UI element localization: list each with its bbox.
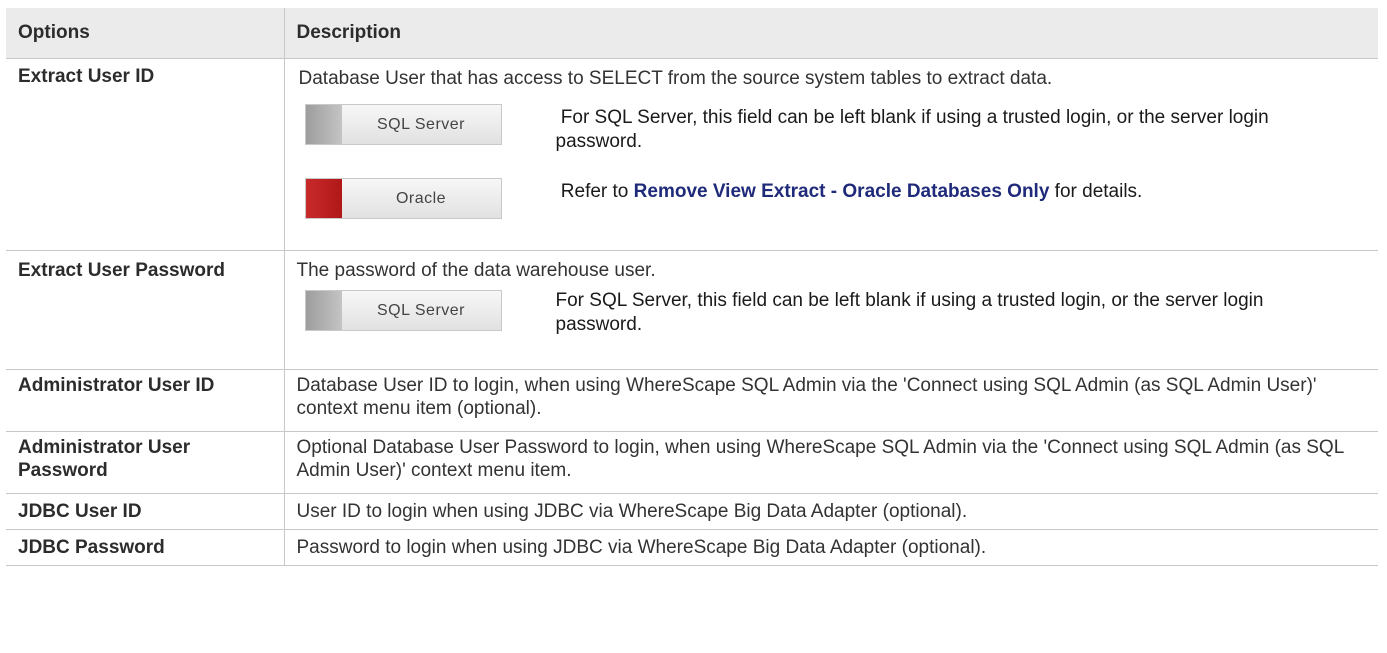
option-name: Extract User ID xyxy=(6,58,285,251)
note-text: Refer to Remove View Extract - Oracle Da… xyxy=(556,180,1346,204)
option-name: JDBC User ID xyxy=(6,493,285,530)
table-header-row: Options Description xyxy=(6,8,1378,59)
note-text: For SQL Server, this field can be left b… xyxy=(555,290,1264,335)
table-row: Administrator User ID Database User ID t… xyxy=(6,369,1378,432)
table-row: JDBC Password Password to login when usi… xyxy=(6,529,1378,566)
option-name: JDBC Password xyxy=(6,529,285,566)
option-description: User ID to login when using JDBC via Whe… xyxy=(283,493,1378,530)
sql-server-badge: SQL Server xyxy=(304,290,502,331)
sql-server-swatch xyxy=(305,291,342,330)
table-row: JDBC User ID User ID to login when using… xyxy=(6,493,1378,530)
description-text: Database User that has access to SELECT … xyxy=(298,68,1053,89)
note-text: For SQL Server, this field can be left b… xyxy=(555,107,1274,152)
badge-label: Oracle xyxy=(395,190,447,207)
sql-server-badge: SQL Server xyxy=(304,104,502,145)
option-description: Database User ID to login, when using Wh… xyxy=(283,369,1378,432)
db-note: SQL Server For SQL Server, this field ca… xyxy=(297,102,1369,154)
option-name: Extract User Password xyxy=(6,250,285,370)
oracle-badge: Oracle xyxy=(304,178,502,219)
header-options: Options xyxy=(6,8,285,59)
table-row: Extract User Password The password of th… xyxy=(6,250,1378,370)
table-row: Extract User ID Database User that has a… xyxy=(6,58,1378,251)
table-row: Administrator User Password Optional Dat… xyxy=(6,431,1378,494)
sql-server-swatch xyxy=(305,105,342,144)
description-text: The password of the data warehouse user. xyxy=(296,260,656,281)
db-note: SQL Server For SQL Server, this field ca… xyxy=(297,288,1369,337)
note-suffix: for details. xyxy=(1049,181,1143,202)
option-description: Optional Database User Password to login… xyxy=(283,431,1378,494)
header-description: Description xyxy=(284,8,1378,59)
option-name: Administrator User Password xyxy=(6,431,285,494)
db-note: Oracle Refer to Remove View Extract - Or… xyxy=(297,176,1369,219)
options-table: Options Description Extract User ID Data… xyxy=(6,8,1378,566)
option-description: The password of the data warehouse user.… xyxy=(283,250,1378,370)
option-name: Administrator User ID xyxy=(6,369,285,432)
badge-label: SQL Server xyxy=(377,116,465,133)
remove-view-extract-link[interactable]: Remove View Extract - Oracle Databases O… xyxy=(634,181,1050,202)
oracle-swatch xyxy=(305,179,342,218)
option-description: Password to login when using JDBC via Wh… xyxy=(283,529,1378,566)
badge-label: SQL Server xyxy=(377,302,465,319)
option-description: Database User that has access to SELECT … xyxy=(283,58,1378,251)
note-prefix: Refer to xyxy=(555,181,634,202)
